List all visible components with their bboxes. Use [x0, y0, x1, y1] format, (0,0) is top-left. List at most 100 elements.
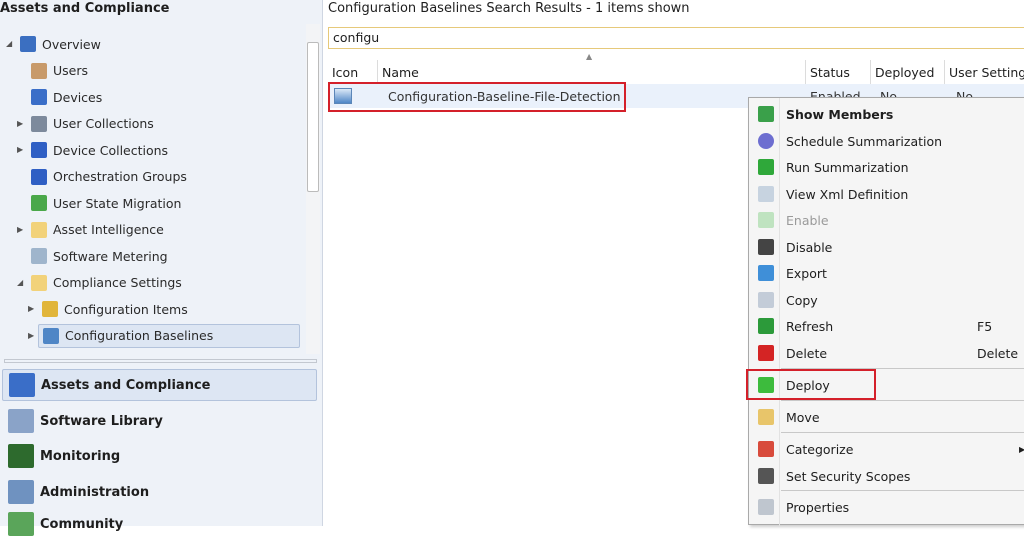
- menu-item-move[interactable]: Move: [749, 404, 1024, 430]
- overview-icon: [20, 36, 36, 52]
- up-arrow-icon: [758, 212, 774, 228]
- search-input[interactable]: configu: [328, 27, 1024, 49]
- menu-item-label: Properties: [786, 499, 850, 515]
- expand-arrow-icon[interactable]: ▶: [28, 304, 34, 313]
- highlight-deploy-box: [746, 369, 876, 400]
- tree-scrollbar[interactable]: [306, 24, 320, 354]
- tree-item-label: Compliance Settings: [53, 275, 182, 290]
- delete-icon: [758, 345, 774, 361]
- menu-item-label: Set Security Scopes: [786, 468, 911, 484]
- column-header-name[interactable]: Name: [378, 60, 806, 84]
- tree-item-label: Devices: [53, 89, 103, 105]
- monitoring-icon: [8, 444, 34, 468]
- nav-label: Software Library: [40, 413, 163, 429]
- tree-item-label: Orchestration Groups: [53, 169, 187, 184]
- column-header-status[interactable]: Status: [806, 60, 871, 84]
- assets-compliance-icon: [9, 373, 35, 397]
- user-state-migration-icon: [31, 195, 47, 211]
- tree-item-configuration-baselines[interactable]: Configuration Baselines: [38, 323, 300, 348]
- context-menu: Show Members Schedule Summarization Run Su…: [748, 97, 1024, 526]
- column-header-user-setting[interactable]: User Setting: [945, 60, 1024, 84]
- menu-item-label: Export: [786, 265, 827, 281]
- collapse-arrow-icon[interactable]: ◢: [17, 278, 23, 287]
- menu-item-refresh[interactable]: Refresh F5: [749, 313, 1024, 339]
- nav-assets-and-compliance[interactable]: Assets and Compliance: [2, 369, 317, 401]
- user-collections-icon: [31, 115, 47, 132]
- menu-item-label: Show Members: [786, 106, 894, 122]
- tree-item-configuration-items[interactable]: Configuration Items: [42, 297, 188, 321]
- collapse-arrow-icon[interactable]: ◢: [6, 39, 12, 48]
- menu-item-run-summarization[interactable]: Run Summarization: [749, 154, 1024, 180]
- tree-item-label: Overview: [42, 36, 101, 52]
- menu-item-export[interactable]: Export: [749, 260, 1024, 286]
- expand-arrow-icon[interactable]: ▶: [17, 145, 23, 154]
- refresh-icon: [758, 318, 774, 334]
- tree-item-label: Configuration Items: [64, 301, 188, 317]
- menu-item-label: Move: [786, 409, 820, 425]
- menu-item-schedule-summarization[interactable]: Schedule Summarization: [749, 128, 1024, 154]
- tree-item-software-metering[interactable]: Software Metering: [31, 244, 168, 268]
- tree-item-label: Users: [53, 63, 89, 78]
- menu-item-properties[interactable]: Properties: [749, 494, 1024, 520]
- menu-item-label: Enable: [786, 212, 829, 228]
- expand-arrow-icon[interactable]: ▶: [28, 331, 34, 340]
- menu-separator: [781, 490, 1024, 491]
- column-header-icon[interactable]: Icon: [328, 60, 378, 84]
- configuration-items-icon: [42, 301, 58, 317]
- tree-item-label: Device Collections: [53, 142, 169, 158]
- tree-item-orchestration-groups[interactable]: Orchestration Groups: [31, 165, 187, 189]
- play-icon: [758, 159, 774, 175]
- menu-item-label: Disable: [786, 239, 833, 255]
- tree-item-label: Software Metering: [53, 248, 168, 264]
- nav-software-library[interactable]: Software Library: [2, 405, 317, 437]
- tree-item-devices[interactable]: Devices: [31, 85, 102, 109]
- tree-item-compliance-settings[interactable]: Compliance Settings: [31, 271, 182, 295]
- move-folder-icon: [758, 409, 774, 425]
- tree-item-users[interactable]: Users: [31, 59, 88, 83]
- menu-item-set-security-scopes[interactable]: Set Security Scopes: [749, 463, 1024, 489]
- nav-community[interactable]: Community: [2, 508, 317, 540]
- show-members-icon: [758, 106, 774, 122]
- nav-monitoring[interactable]: Monitoring: [2, 440, 317, 472]
- shortcut-label: Delete: [977, 345, 1019, 361]
- menu-item-categorize[interactable]: Categorize ▶: [749, 436, 1024, 462]
- navigation-pane: Assets and Compliance ◢ Overview Users Devi…: [0, 0, 323, 536]
- menu-item-show-members[interactable]: Show Members: [749, 101, 1024, 127]
- pane-splitter[interactable]: [4, 359, 317, 363]
- menu-separator: [781, 400, 1024, 401]
- tree-item-asset-intelligence[interactable]: Asset Intelligence: [31, 218, 164, 242]
- copy-icon: [758, 292, 774, 308]
- highlight-row-box: [328, 82, 626, 112]
- menu-item-delete[interactable]: Delete Delete: [749, 340, 1024, 366]
- software-library-icon: [8, 409, 34, 433]
- folder-icon: [31, 221, 47, 238]
- menu-item-label: Delete: [786, 345, 828, 361]
- community-icon: [8, 512, 34, 536]
- properties-icon: [758, 499, 774, 515]
- expand-arrow-icon[interactable]: ▶: [17, 225, 23, 234]
- column-header-deployed[interactable]: Deployed: [871, 60, 945, 84]
- tree-item-user-collections[interactable]: User Collections: [31, 112, 154, 136]
- menu-item-label: Schedule Summarization: [786, 133, 943, 149]
- menu-item-disable[interactable]: Disable: [749, 234, 1024, 260]
- nav-administration[interactable]: Administration: [2, 476, 317, 508]
- menu-item-copy[interactable]: Copy: [749, 287, 1024, 313]
- tree-item-label: User State Migration: [53, 195, 182, 211]
- scrollbar-thumb[interactable]: [307, 42, 319, 192]
- menu-item-view-xml-definition[interactable]: View Xml Definition: [749, 181, 1024, 207]
- tree-item-user-state-migration[interactable]: User State Migration: [31, 191, 181, 215]
- menu-item-label: Run Summarization: [786, 159, 909, 175]
- lock-icon: [758, 468, 774, 484]
- menu-separator: [781, 432, 1024, 433]
- shortcut-label: F5: [977, 318, 993, 334]
- menu-item-enable[interactable]: Enable: [749, 207, 1024, 233]
- tree-item-device-collections[interactable]: Device Collections: [31, 138, 168, 162]
- folder-icon: [31, 274, 47, 291]
- results-title: Configuration Baselines Search Results -…: [328, 1, 690, 16]
- clock-icon: [758, 133, 774, 149]
- categorize-icon: [758, 441, 774, 457]
- software-metering-icon: [31, 248, 47, 264]
- expand-arrow-icon[interactable]: ▶: [17, 119, 23, 128]
- nav-label: Community: [40, 516, 124, 532]
- tree-item-overview[interactable]: Overview: [20, 32, 101, 56]
